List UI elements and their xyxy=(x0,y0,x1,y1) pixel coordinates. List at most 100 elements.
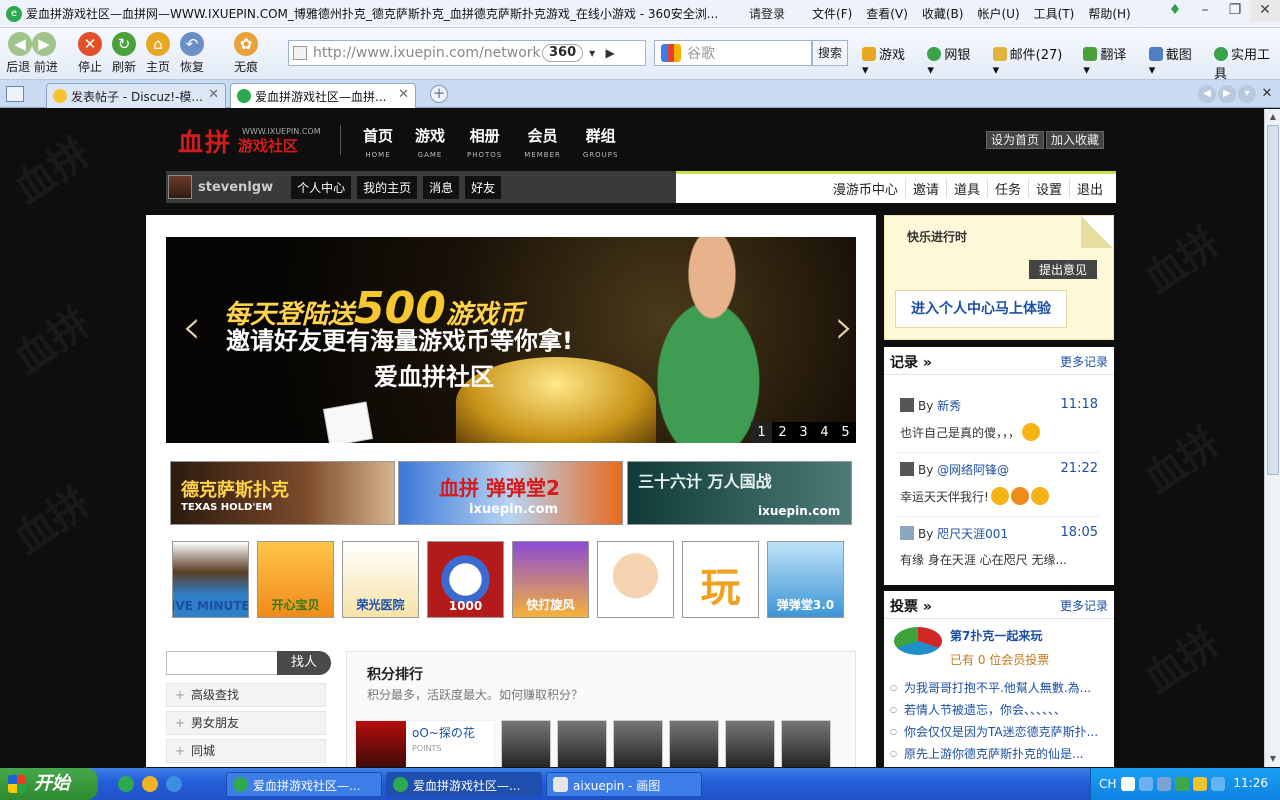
votes-more-link[interactable]: 更多记录 xyxy=(1060,597,1108,614)
game-five-minutes[interactable]: FIVE MINUTES xyxy=(172,541,249,618)
record-author[interactable]: 咫尺天涯001 xyxy=(937,527,1008,541)
tab-compose-post[interactable]: 发表帖子 - Discuz!-模... ✕ xyxy=(46,83,226,108)
tab-prev-icon[interactable]: ◀ xyxy=(1198,85,1216,103)
tool-screenshot[interactable]: 截图 ▾ xyxy=(1148,44,1200,82)
avatar[interactable] xyxy=(168,175,192,199)
record-time[interactable]: 18:05 xyxy=(1061,525,1098,540)
banner-page-3[interactable]: 3 xyxy=(793,422,814,443)
tab-next-icon[interactable]: ▶ xyxy=(1218,85,1236,103)
task-browser-2[interactable]: 爱血拼游戏社区—... xyxy=(386,772,542,797)
records-more-link[interactable]: 更多记录 xyxy=(1060,353,1108,370)
update-icon[interactable] xyxy=(1211,777,1225,791)
poll-item[interactable]: 若情人节被遗忘，你会、、、、、、 xyxy=(884,699,1114,721)
clock[interactable]: 11:26 xyxy=(1233,776,1268,790)
link-roaming-coins[interactable]: 漫游币中心 xyxy=(826,179,905,198)
link-advanced-search[interactable]: 高级查找 xyxy=(166,683,326,707)
link-settings[interactable]: 设置 xyxy=(1027,179,1069,198)
tab-ixuepin[interactable]: 爱血拼游戏社区—血拼... ✕ xyxy=(230,83,416,108)
link-tasks[interactable]: 任务 xyxy=(986,179,1028,198)
network-icon[interactable] xyxy=(1139,777,1153,791)
minimize-button[interactable]: – xyxy=(1190,0,1220,22)
tool-games[interactable]: 游戏 ▾ xyxy=(862,44,913,82)
ranking-desc[interactable]: 积分最多，活跃度最大。如何赚取积分？ xyxy=(367,686,583,703)
link-invite[interactable]: 邀请 xyxy=(904,179,946,198)
home-button[interactable]: ⌂ 主页 xyxy=(144,32,172,75)
set-home-button[interactable]: 设为首页 xyxy=(986,131,1045,149)
records-title[interactable]: 记录 » xyxy=(890,352,932,372)
avatar[interactable] xyxy=(725,720,775,767)
link-logout[interactable]: 退出 xyxy=(1068,179,1110,198)
search-placeholder[interactable]: 谷歌 xyxy=(687,43,715,63)
ad-36-stratagems[interactable]: 三十六计 万人国战 ixuepin.com xyxy=(627,461,852,525)
game-street-fighter[interactable]: 快打旋风 xyxy=(512,541,589,618)
menu-help[interactable]: 帮助(H) xyxy=(1081,5,1137,22)
close-button[interactable]: ✕ xyxy=(1250,0,1280,22)
link-friends-search[interactable]: 男女朋友 xyxy=(166,711,326,735)
poll-item[interactable]: 原先上游你德克萨斯扑克的仙是... xyxy=(884,743,1114,765)
promo-banner[interactable]: 每天登陆送500游戏币 邀请好友更有海量游戏币等你拿! 爱血拼社区 ‹ › 1 … xyxy=(166,237,856,443)
avatar[interactable] xyxy=(501,720,551,767)
banner-page-5[interactable]: 5 xyxy=(835,422,856,443)
banner-next-icon[interactable]: › xyxy=(835,299,854,355)
address-bar[interactable]: http://www.ixuepin.com/network.ph 360 ▾ … xyxy=(288,40,646,66)
ad-texas-holdem[interactable]: 德克萨斯扑克 TEXAS HOLD'EM xyxy=(170,461,395,525)
close-tab-icon[interactable]: ✕ xyxy=(1258,85,1276,103)
task-browser-1[interactable]: 爱血拼游戏社区—... xyxy=(226,772,382,797)
link-same-city[interactable]: 同城 xyxy=(166,739,326,763)
scroll-up-icon[interactable]: ▲ xyxy=(1265,109,1280,125)
ie-icon[interactable] xyxy=(166,776,182,792)
record-author[interactable]: 新秀 xyxy=(937,399,961,413)
maximize-button[interactable]: ❐ xyxy=(1220,0,1250,22)
nav-photos[interactable]: 相册 PHOTOS xyxy=(467,125,502,159)
qq-icon[interactable] xyxy=(142,776,158,792)
link-my-home[interactable]: 我的主页 xyxy=(357,175,418,199)
game-happy-baby[interactable]: 开心宝贝 xyxy=(257,541,334,618)
scroll-thumb[interactable] xyxy=(1267,125,1279,475)
link-friends[interactable]: 好友 xyxy=(465,175,502,199)
nav-game[interactable]: 游戏 GAME xyxy=(415,125,445,159)
login-link[interactable]: 请登录 xyxy=(749,5,785,22)
banner-page-1[interactable]: 1 xyxy=(751,422,772,443)
tab-close-icon[interactable]: ✕ xyxy=(398,87,409,102)
input-method-icon[interactable] xyxy=(1121,777,1135,791)
link-personal-center[interactable]: 个人中心 xyxy=(291,175,352,199)
tab-close-icon[interactable]: ✕ xyxy=(208,87,219,102)
nav-groups[interactable]: 群组 GROUPS xyxy=(583,125,619,159)
game-cartoon-face[interactable] xyxy=(597,541,674,618)
360-browser-icon[interactable] xyxy=(118,776,134,792)
avatar[interactable] xyxy=(900,398,914,412)
go-icon[interactable]: ▶ xyxy=(601,46,619,60)
game-glory-hospital[interactable]: 荣光医院 xyxy=(342,541,419,618)
refresh-button[interactable]: ↻ 刷新 xyxy=(110,32,138,75)
tool-utilities[interactable]: 实用工具 xyxy=(1214,44,1280,82)
skin-icon[interactable]: ♦ xyxy=(1160,0,1190,22)
poll-item[interactable]: 你会仅仅是因为TA迷恋德克萨斯扑... xyxy=(884,721,1114,743)
suggest-button[interactable]: 提出意见 xyxy=(1029,260,1098,279)
start-button[interactable]: 开始 xyxy=(0,768,98,800)
banner-page-4[interactable]: 4 xyxy=(814,422,835,443)
security-icon[interactable] xyxy=(1193,777,1207,791)
add-favorite-button[interactable]: 加入收藏 xyxy=(1046,131,1105,149)
nav-home[interactable]: 首页 HOME xyxy=(363,125,393,159)
avatar[interactable] xyxy=(900,526,914,540)
game-poker-1000[interactable]: 1000 xyxy=(427,541,504,618)
address-url[interactable]: http://www.ixuepin.com/network.ph xyxy=(307,45,542,61)
menu-tools[interactable]: 工具(T) xyxy=(1027,5,1082,22)
scroll-down-icon[interactable]: ▼ xyxy=(1265,751,1280,767)
ad-ddt2[interactable]: 血拼 弹弹堂2 ixuepin.com xyxy=(398,461,623,525)
avatar[interactable] xyxy=(613,720,663,767)
record-time[interactable]: 21:22 xyxy=(1061,461,1098,476)
poll-item[interactable]: 为我哥哥打抱不平.他幫人無數.為... xyxy=(884,677,1114,699)
tool-bank[interactable]: 网银 ▾ xyxy=(927,44,978,82)
record-time[interactable]: 11:18 xyxy=(1061,397,1098,412)
votes-title[interactable]: 投票 » xyxy=(890,596,932,616)
site-logo[interactable]: 血拼 游戏社区 WWW.IXUEPIN.COM xyxy=(178,123,321,159)
avatar[interactable] xyxy=(669,720,719,767)
back-forward-buttons[interactable]: ◀ ▶ 后退 前进 xyxy=(4,32,60,75)
volume-icon[interactable] xyxy=(1157,777,1171,791)
search-button[interactable]: 搜索 xyxy=(812,40,848,66)
game-play[interactable]: 玩 xyxy=(682,541,759,618)
tool-mail[interactable]: 邮件(27) ▾ xyxy=(992,44,1070,82)
sidebar-toggle-icon[interactable] xyxy=(6,86,24,102)
new-tab-button[interactable]: + xyxy=(430,85,448,103)
